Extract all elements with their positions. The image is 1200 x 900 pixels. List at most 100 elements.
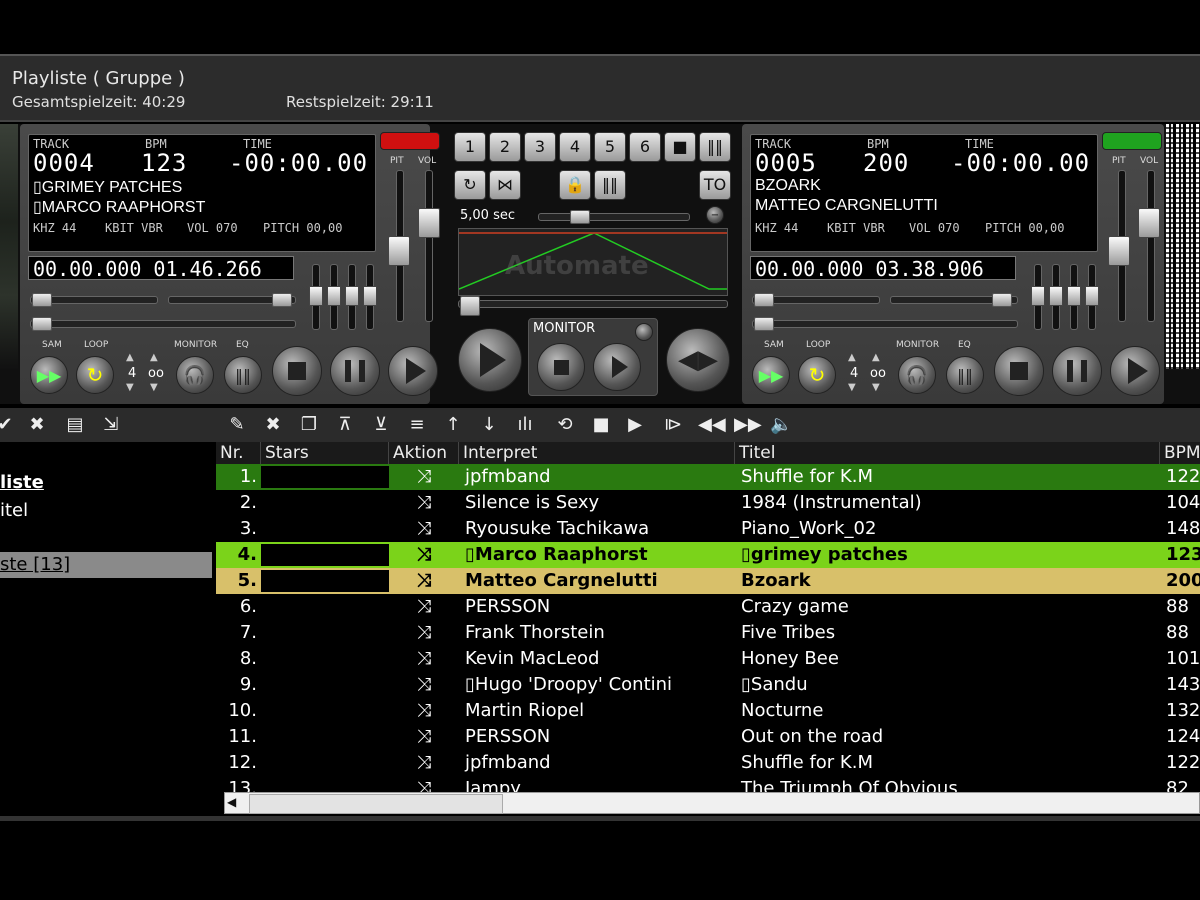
edit-list-icon[interactable]: ▤ <box>64 414 86 436</box>
table-row[interactable]: 8. ⤨ Kevin MacLeod Honey Bee 101 <box>216 646 1200 672</box>
mixer-icon[interactable]: ‖‖ <box>699 132 731 162</box>
deck-left-slider-c[interactable] <box>30 320 296 328</box>
eq-icon[interactable]: ‖‖ <box>946 356 984 394</box>
deck-left-slider-c-knob[interactable] <box>32 317 52 331</box>
monitor-stop-button[interactable] <box>537 343 585 391</box>
loop-up-arrow[interactable]: ▲ <box>848 352 856 363</box>
cart-button-6[interactable]: 6 <box>629 132 661 162</box>
sam-button[interactable]: ▶▶ <box>752 356 790 394</box>
list-icon[interactable]: ≡ <box>406 414 428 436</box>
crossfader-knob[interactable] <box>460 296 480 316</box>
crossfader-track[interactable] <box>458 300 728 308</box>
edit-icon[interactable]: ✎ <box>226 414 248 436</box>
pitch-slider-knob[interactable] <box>388 236 410 266</box>
loop-up-arrow[interactable]: ▲ <box>126 352 134 363</box>
cart-button-4[interactable]: 4 <box>559 132 591 162</box>
insert-bottom-icon[interactable]: ⊻ <box>370 414 392 436</box>
cart-button-3[interactable]: 3 <box>524 132 556 162</box>
eq-knob-3[interactable] <box>345 286 359 306</box>
deck-right-slider-c[interactable] <box>752 320 1018 328</box>
table-row[interactable]: 3. ⤨ Ryousuke Tachikawa Piano_Work_02 148 <box>216 516 1200 542</box>
headphones-icon[interactable]: 🎧 <box>176 356 214 394</box>
lock-icon[interactable]: 🔒 <box>559 170 591 200</box>
sam-button[interactable]: ▶▶ <box>30 356 68 394</box>
table-row[interactable]: 6. ⤨ PERSSON Crazy game 88 <box>216 594 1200 620</box>
check-icon[interactable]: ✔ <box>0 414 16 436</box>
eq-knob-1[interactable] <box>1031 286 1045 306</box>
monitor-play-button[interactable] <box>593 343 641 391</box>
col-titel[interactable]: Titel <box>735 442 1160 464</box>
pitch-slider-knob[interactable] <box>1108 236 1130 266</box>
pause-button[interactable] <box>1052 346 1102 396</box>
headphones-icon[interactable]: 🎧 <box>898 356 936 394</box>
waveform-icon[interactable]: ılı <box>514 414 536 436</box>
table-row[interactable]: 11. ⤨ PERSSON Out on the road 124 <box>216 724 1200 750</box>
stop-button[interactable] <box>272 346 322 396</box>
cart-button-2[interactable]: 2 <box>489 132 521 162</box>
loop-icon[interactable]: ⟲ <box>554 414 576 436</box>
cart-button-5[interactable]: 5 <box>594 132 626 162</box>
volume-slider-track[interactable] <box>425 170 433 322</box>
table-row[interactable]: 7. ⤨ Frank Thorstein Five Tribes 88 <box>216 620 1200 646</box>
delete-icon[interactable]: ✖ <box>262 414 284 436</box>
horizontal-scrollbar[interactable]: ◀ <box>224 792 1200 814</box>
table-row[interactable]: 10. ⤨ Martin Riopel Nocturne 132 <box>216 698 1200 724</box>
scroll-left-icon[interactable]: ◀ <box>227 795 236 809</box>
loop-inf-up-arrow[interactable]: ▲ <box>872 352 880 363</box>
stop-icon[interactable]: ■ <box>590 414 612 436</box>
fade-time-slider[interactable] <box>538 213 690 221</box>
eq-knob-1[interactable] <box>309 286 323 306</box>
deck-right-slider-a-knob[interactable] <box>754 293 774 307</box>
volume-slider-knob[interactable] <box>418 208 440 238</box>
fader-icon[interactable]: ‖‖ <box>594 170 626 200</box>
minus-icon[interactable]: − <box>706 206 724 224</box>
play-button[interactable] <box>388 346 438 396</box>
pause-button[interactable] <box>330 346 380 396</box>
table-row[interactable]: 9. ⤨ ▯Hugo 'Droopy' Contini ▯Sandu 143 <box>216 672 1200 698</box>
down-arrow-icon[interactable]: ↓ <box>478 414 500 436</box>
deck-right-slider-c-knob[interactable] <box>754 317 774 331</box>
insert-top-icon[interactable]: ⊼ <box>334 414 356 436</box>
volume-icon[interactable]: 🔈 <box>770 414 792 436</box>
export-icon[interactable]: ⇲ <box>100 414 122 436</box>
deck-left-slider-b-knob[interactable] <box>272 293 292 307</box>
up-arrow-icon[interactable]: ↑ <box>442 414 464 436</box>
square-icon[interactable]: ■ <box>664 132 696 162</box>
rewind-icon[interactable]: ◀◀ <box>698 414 726 436</box>
loop-button[interactable]: ↻ <box>76 356 114 394</box>
table-row[interactable]: 13. ⤨ Jampy The Triumph Of Obvious 82 <box>216 776 1200 792</box>
deck-left-slider-a-knob[interactable] <box>32 293 52 307</box>
fade-time-knob[interactable] <box>570 210 590 224</box>
cart-button-1[interactable]: 1 <box>454 132 486 162</box>
cue-icon[interactable]: ⧐ <box>662 414 684 436</box>
deck-right-slider-b-knob[interactable] <box>992 293 1012 307</box>
stop-button[interactable] <box>994 346 1044 396</box>
play-button[interactable] <box>1110 346 1160 396</box>
eq-icon[interactable]: ‖‖ <box>224 356 262 394</box>
table-row[interactable]: 2. ⤨ Silence is Sexy 1984 (Instrumental) 104 <box>216 490 1200 516</box>
play-icon[interactable]: ▶ <box>624 414 646 436</box>
eq-knob-2[interactable] <box>1049 286 1063 306</box>
col-bpm[interactable]: BPM <box>1160 442 1200 464</box>
table-row[interactable]: 4. ⤨ ▯Marco Raaphorst ▯grimey patches 123 <box>216 542 1200 568</box>
scrollbar-thumb[interactable] <box>249 794 503 814</box>
repeat-icon[interactable]: ↻ <box>454 170 486 200</box>
to-button[interactable]: TO <box>699 170 731 200</box>
eq-knob-2[interactable] <box>327 286 341 306</box>
volume-slider-track[interactable] <box>1147 170 1155 322</box>
col-nr[interactable]: Nr. <box>216 442 261 464</box>
loop-button[interactable]: ↻ <box>798 356 836 394</box>
table-row[interactable]: 1. ⤨ jpfmband Shuffle for K.M 122 <box>216 464 1200 490</box>
copy-icon[interactable]: ❐ <box>298 414 320 436</box>
delete-icon[interactable]: ✖ <box>26 414 48 436</box>
col-aktion[interactable]: Aktion <box>389 442 459 464</box>
category-titles[interactable]: itel <box>0 500 28 521</box>
category-playlist[interactable]: liste <box>0 472 44 493</box>
table-row[interactable]: 12. ⤨ jpfmband Shuffle for K.M 122 <box>216 750 1200 776</box>
crossfade-swap-button[interactable]: ◀▶ <box>666 328 730 392</box>
loop-down-arrow[interactable]: ▼ <box>126 382 134 393</box>
loop-inf-down-arrow[interactable]: ▼ <box>872 382 880 393</box>
loop-down-arrow[interactable]: ▼ <box>848 382 856 393</box>
forward-icon[interactable]: ▶▶ <box>734 414 762 436</box>
eq-knob-4[interactable] <box>363 286 377 306</box>
